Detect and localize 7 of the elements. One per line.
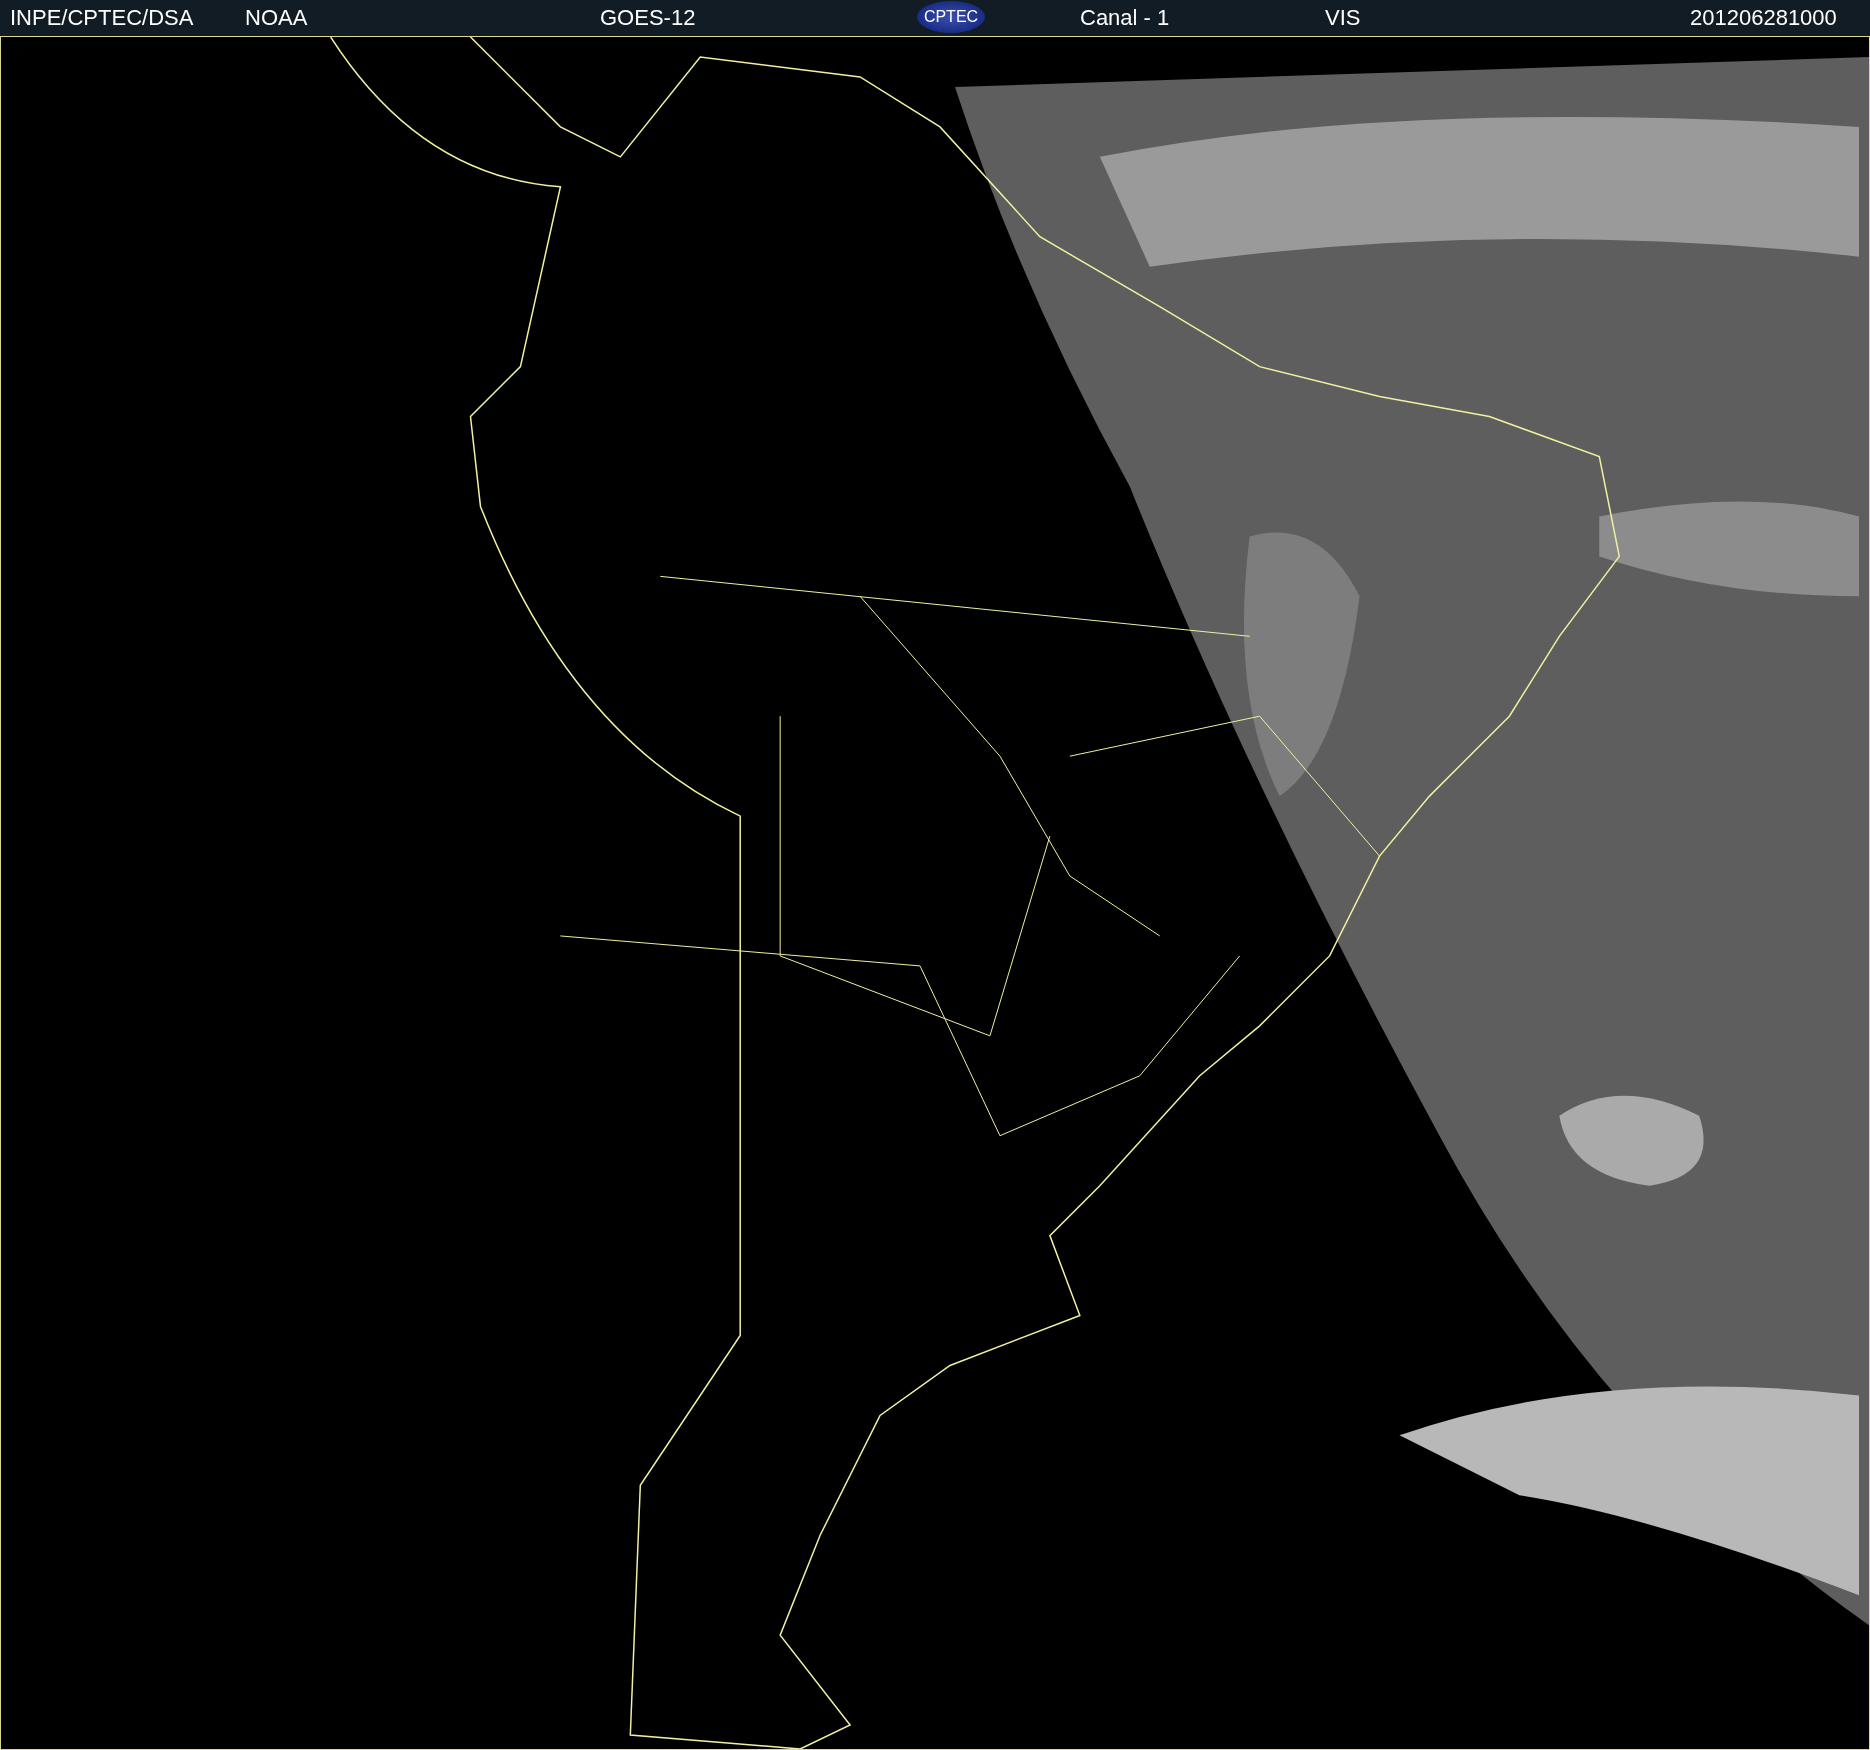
logo: CPTEC — [917, 1, 985, 33]
satellite-label: GOES-12 — [600, 6, 696, 30]
channel-label: Canal - 1 — [1080, 6, 1170, 30]
timestamp-label: 201206281000 — [1690, 6, 1837, 30]
source-label: INPE/CPTEC/DSA — [10, 6, 194, 30]
agency-label: NOAA — [245, 6, 308, 30]
band-label: VIS — [1325, 6, 1361, 30]
